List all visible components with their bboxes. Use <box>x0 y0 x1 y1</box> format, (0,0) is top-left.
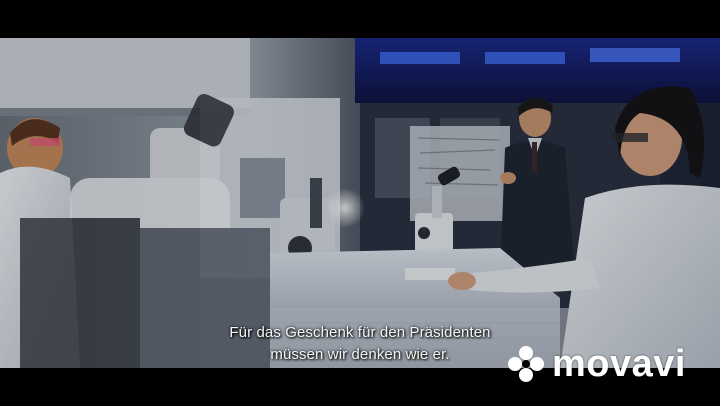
lab-scene-image <box>0 38 720 368</box>
video-frame: Für das Geschenk für den Präsidenten müs… <box>0 0 720 406</box>
video-still <box>0 38 720 368</box>
watermark-text: movavi <box>552 343 686 385</box>
movavi-watermark: movavi <box>506 340 686 388</box>
movavi-flower-icon <box>508 346 544 382</box>
